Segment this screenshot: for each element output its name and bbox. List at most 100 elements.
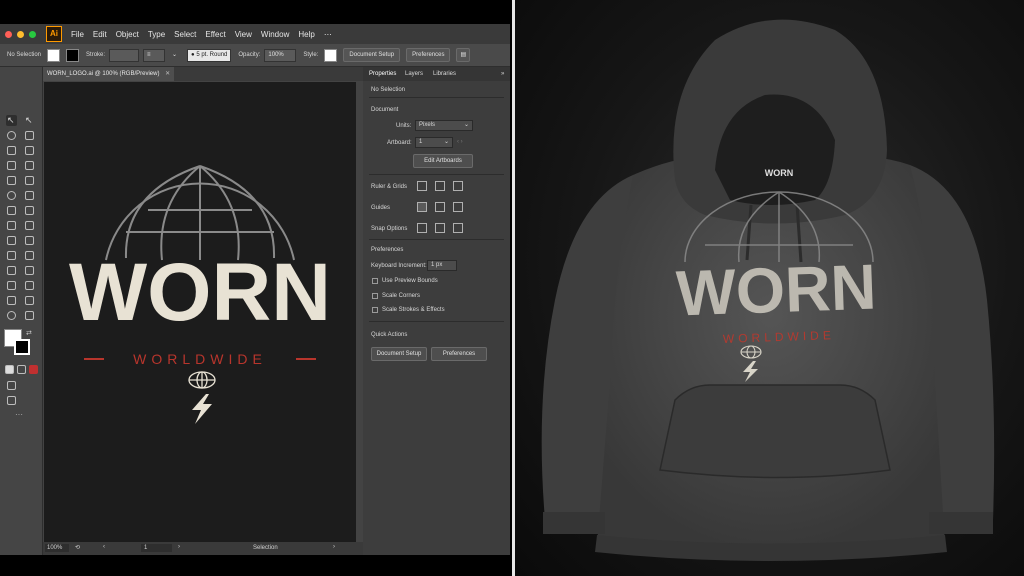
pen-tool-icon[interactable]: [7, 131, 16, 140]
graph-tool-icon[interactable]: [7, 281, 16, 290]
close-window-button[interactable]: [5, 30, 12, 38]
rectangle-tool-icon[interactable]: [7, 161, 16, 170]
none-mode-icon[interactable]: [29, 365, 38, 374]
selection-tool-icon[interactable]: ↖: [7, 116, 16, 125]
panel-collapse-icon[interactable]: »: [501, 71, 504, 77]
arrange-icon[interactable]: ▤: [456, 48, 471, 62]
previous-artboard-icon[interactable]: ‹: [103, 544, 105, 550]
scale-tool-icon[interactable]: [7, 206, 16, 215]
slice-tool-icon[interactable]: [7, 296, 16, 305]
snap-to-point-icon[interactable]: [417, 223, 427, 233]
color-mode-icon[interactable]: [5, 365, 14, 374]
blend-tool-icon[interactable]: [7, 266, 16, 275]
menu-file[interactable]: File: [71, 30, 84, 39]
puppet-warp-tool-icon[interactable]: [25, 311, 34, 320]
quick-document-setup-button[interactable]: Document Setup: [371, 347, 427, 361]
artboard-dropdown[interactable]: 1 ⌄: [415, 137, 453, 148]
stroke-color-swatch[interactable]: [14, 339, 30, 355]
opacity-field[interactable]: 100%: [264, 48, 297, 62]
swap-colors-icon[interactable]: ⇄: [26, 329, 32, 337]
tab-layers[interactable]: Layers: [405, 71, 423, 77]
mesh-tool-icon[interactable]: [25, 236, 34, 245]
menu-effect[interactable]: Effect: [205, 30, 225, 39]
keyboard-increment-field[interactable]: 1 px: [427, 260, 457, 271]
artboard-tool-icon[interactable]: [25, 281, 34, 290]
menu-object[interactable]: Object: [116, 30, 139, 39]
minimize-window-button[interactable]: [17, 30, 24, 38]
close-tab-icon[interactable]: ✕: [165, 71, 170, 77]
menu-type[interactable]: Type: [148, 30, 165, 39]
document-tab[interactable]: WORN_LOGO.ai @ 100% (RGB/Preview) ✕: [43, 67, 175, 81]
eraser-tool-icon[interactable]: [7, 191, 16, 200]
gradient-tool-icon[interactable]: [7, 251, 16, 260]
scale-corners-checkbox[interactable]: [372, 293, 378, 299]
artboard-value: 1: [419, 139, 423, 145]
document-setup-button[interactable]: Document Setup: [343, 48, 401, 62]
curvature-tool-icon[interactable]: [25, 131, 34, 140]
artboard-navigator[interactable]: 1: [141, 544, 172, 552]
rulers-toggle-icon[interactable]: [417, 181, 427, 191]
rotate-tool-icon[interactable]: [25, 191, 34, 200]
width-tool-icon[interactable]: [25, 206, 34, 215]
document-tab-title: WORN_LOGO.ai @ 100% (RGB/Preview): [47, 71, 160, 77]
artboard-nav-icons[interactable]: ‹ ›: [457, 139, 463, 145]
snap-to-pixel-icon[interactable]: [435, 223, 445, 233]
tab-properties[interactable]: Properties: [369, 71, 396, 77]
gradient-mode-icon[interactable]: [17, 365, 26, 374]
shape-builder-tool-icon[interactable]: [25, 221, 34, 230]
scale-strokes-checkbox[interactable]: [372, 307, 378, 313]
workspace-switcher-icon[interactable]: ⋯: [324, 30, 332, 39]
chevron-down-icon[interactable]: ⌄: [169, 50, 183, 61]
lock-guides-icon[interactable]: [435, 202, 445, 212]
line-tool-icon[interactable]: [25, 146, 34, 155]
use-preview-bounds-checkbox[interactable]: [372, 278, 378, 284]
status-menu-icon[interactable]: ›: [333, 544, 335, 550]
status-bar: 100% ⟲ ‹ 1 › Selection ›: [43, 542, 363, 555]
menu-select[interactable]: Select: [174, 30, 196, 39]
type-tool-icon[interactable]: [7, 146, 16, 155]
snap-options-label: Snap Options: [371, 226, 408, 232]
transparency-grid-icon[interactable]: [453, 181, 463, 191]
graphic-style-swatch[interactable]: [324, 48, 338, 62]
maximize-window-button[interactable]: [29, 30, 36, 38]
brush-dropdown[interactable]: ● 5 pt. Round: [187, 48, 232, 62]
edit-artboards-button[interactable]: Edit Artboards: [413, 154, 473, 168]
zoom-tool-icon[interactable]: [7, 311, 16, 320]
menu-help[interactable]: Help: [298, 30, 314, 39]
stroke-swatch[interactable]: [66, 48, 80, 62]
menu-view[interactable]: View: [235, 30, 252, 39]
tab-libraries[interactable]: Libraries: [433, 71, 456, 77]
perspective-grid-tool-icon[interactable]: [7, 236, 16, 245]
draw-mode-icon[interactable]: [7, 381, 16, 390]
illustrator-window: Ai File Edit Object Type Select Effect V…: [0, 24, 510, 555]
preferences-button[interactable]: Preferences: [406, 48, 451, 62]
snap-to-glyph-icon[interactable]: [453, 223, 463, 233]
hoodie-mockup-photo: WORN WORN WORLDWIDE: [515, 0, 1024, 576]
quick-preferences-button[interactable]: Preferences: [431, 347, 487, 361]
fill-swatch[interactable]: [47, 48, 61, 62]
hand-tool-icon[interactable]: [25, 296, 34, 305]
direct-selection-tool-icon[interactable]: ↖: [25, 116, 34, 125]
menu-window[interactable]: Window: [261, 30, 289, 39]
rotate-view-icon[interactable]: ⟲: [75, 544, 80, 551]
kangaroo-pocket: [659, 384, 891, 479]
shaper-tool-icon[interactable]: [25, 176, 34, 185]
edit-toolbar-icon[interactable]: ···: [15, 410, 23, 419]
paintbrush-tool-icon[interactable]: [25, 161, 34, 170]
menu-edit[interactable]: Edit: [93, 30, 107, 39]
zoom-field[interactable]: 100%: [45, 544, 69, 552]
free-transform-tool-icon[interactable]: [7, 221, 16, 230]
guides-toggle-icon[interactable]: [417, 202, 427, 212]
grid-toggle-icon[interactable]: [435, 181, 445, 191]
artboard[interactable]: WORN WORLDWIDE: [44, 82, 356, 542]
stroke-weight-field[interactable]: [109, 48, 140, 62]
units-dropdown[interactable]: Pixels ⌄: [415, 120, 473, 131]
screen-mode-icon[interactable]: [7, 396, 16, 405]
smart-guides-icon[interactable]: [453, 202, 463, 212]
next-artboard-icon[interactable]: ›: [178, 544, 180, 550]
pencil-tool-icon[interactable]: [7, 176, 16, 185]
variable-width-dropdown[interactable]: ≡: [143, 48, 166, 62]
illustrator-logo-icon: Ai: [46, 26, 62, 42]
symbol-sprayer-tool-icon[interactable]: [25, 266, 34, 275]
eyedropper-tool-icon[interactable]: [25, 251, 34, 260]
